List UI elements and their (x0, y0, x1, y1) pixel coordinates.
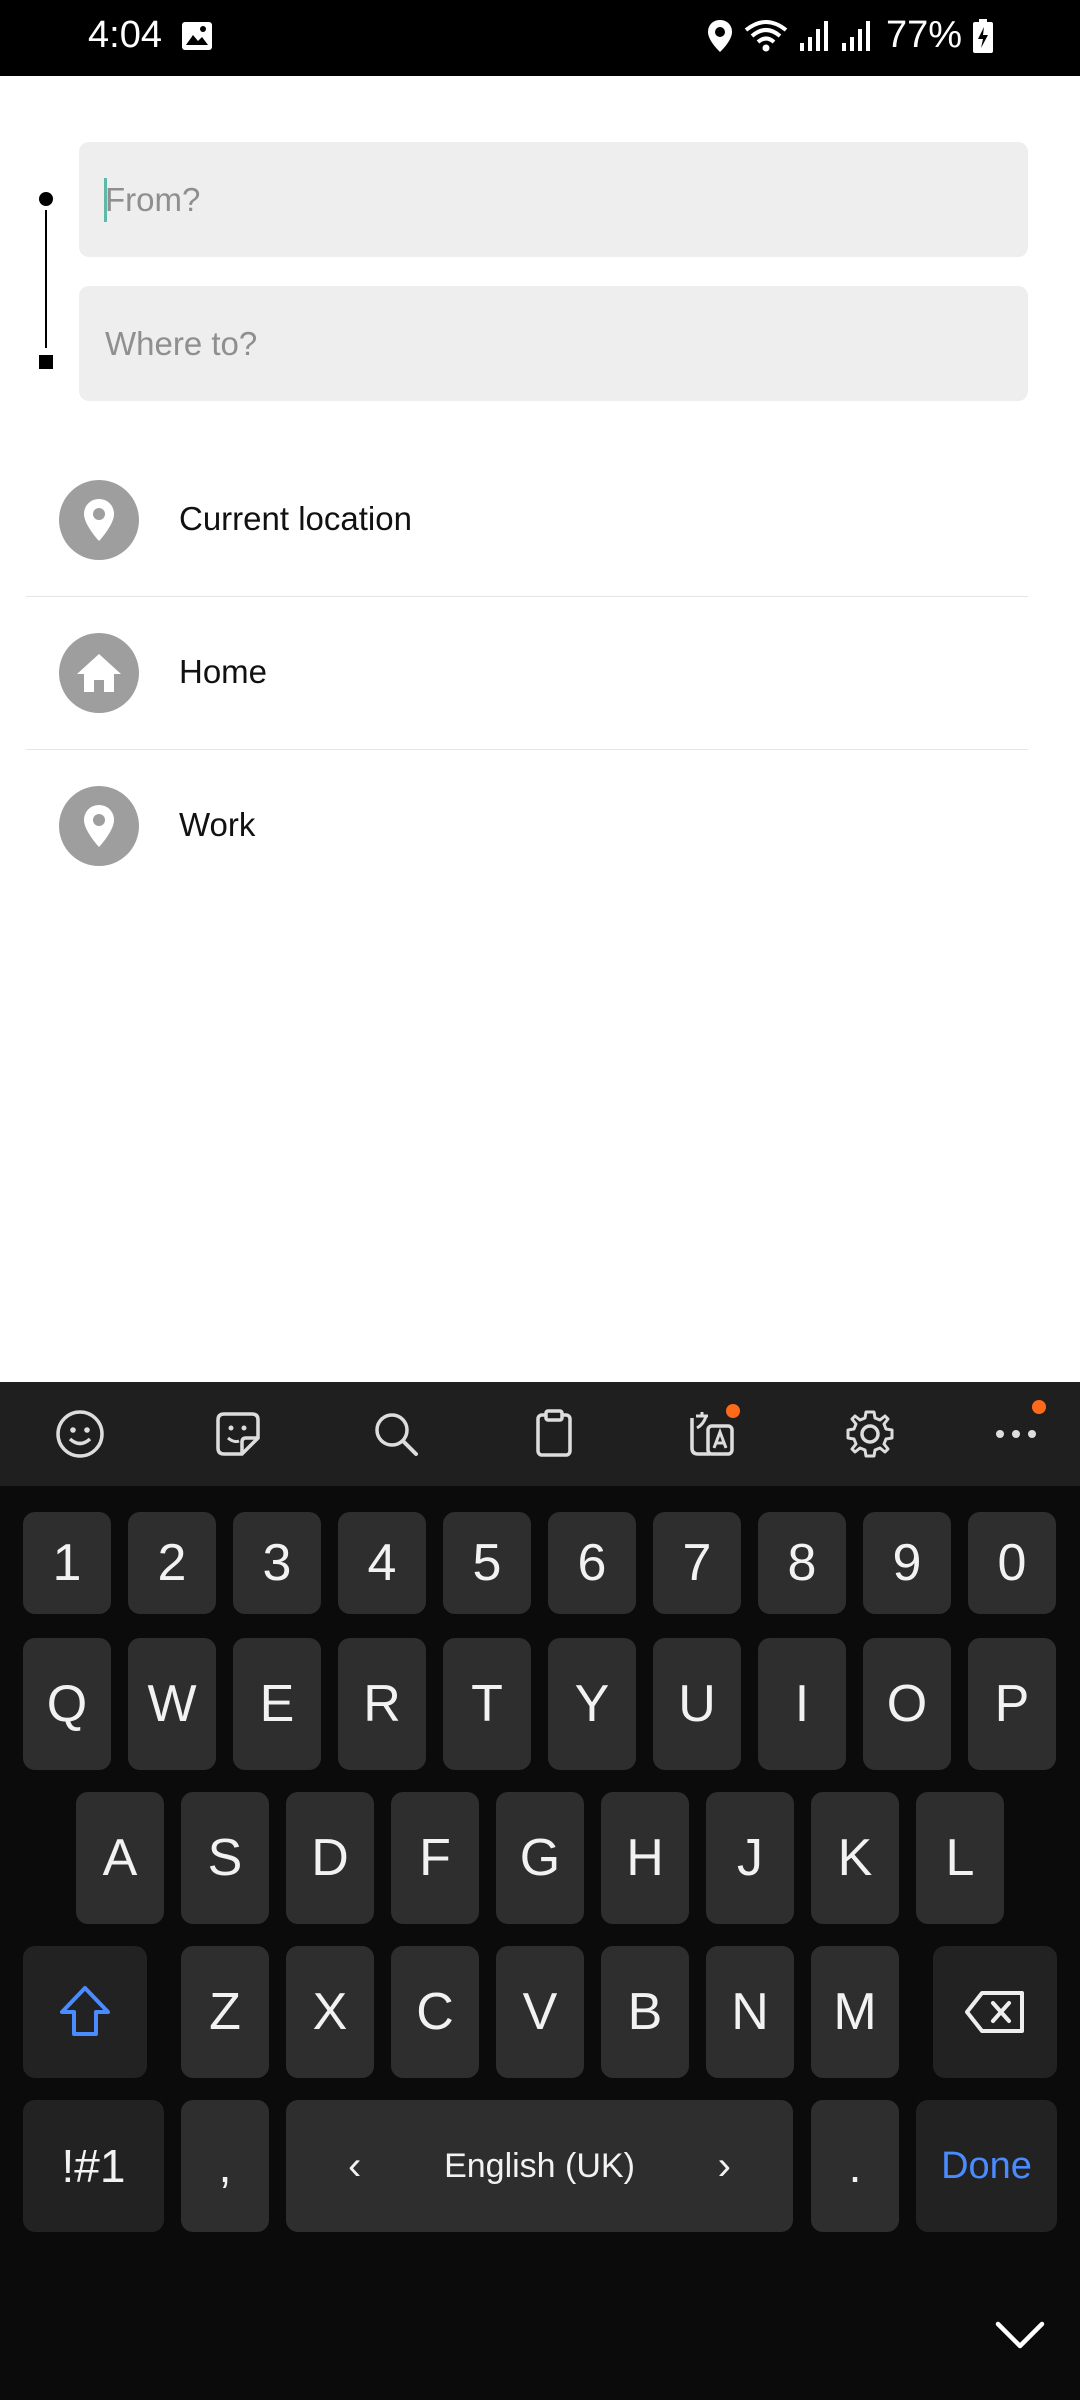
done-key[interactable]: Done (916, 2100, 1057, 2232)
suggestion-home[interactable]: Home (26, 597, 1028, 750)
key-c[interactable]: C (391, 1946, 479, 2078)
key-9[interactable]: 9 (863, 1512, 951, 1614)
location-status-icon (707, 19, 732, 52)
more-icon[interactable] (986, 1400, 1046, 1464)
key-l[interactable]: L (916, 1792, 1004, 1924)
keyboard-toolbar (0, 1382, 1080, 1486)
emoji-icon[interactable] (50, 1404, 110, 1464)
settings-icon[interactable] (840, 1404, 900, 1464)
search-icon[interactable] (366, 1404, 426, 1464)
battery-percent: 77% (885, 14, 962, 56)
shift-icon (60, 1986, 110, 2036)
key-m[interactable]: M (811, 1946, 899, 2078)
from-input[interactable] (79, 142, 1028, 257)
key-h[interactable]: H (601, 1792, 689, 1924)
status-time: 4:04 (88, 14, 162, 56)
key-s[interactable]: S (181, 1792, 269, 1924)
key-k[interactable]: K (811, 1792, 899, 1924)
symbols-key[interactable]: !#1 (23, 2100, 164, 2232)
sticker-icon[interactable] (208, 1404, 268, 1464)
suggestion-current-location[interactable]: Current location (26, 444, 1028, 597)
suggestion-label: Work (179, 806, 256, 843)
comma-key[interactable]: , (181, 2100, 269, 2232)
suggestion-label: Home (179, 653, 268, 690)
wifi-icon (744, 19, 788, 51)
space-key[interactable]: ‹ English (UK) › (286, 2100, 793, 2232)
space-language-label: English (UK) (444, 2146, 635, 2185)
key-o[interactable]: O (863, 1638, 951, 1770)
key-a[interactable]: A (76, 1792, 164, 1924)
route-connector-icon (39, 192, 53, 369)
from-field[interactable] (79, 142, 1028, 257)
period-key[interactable]: . (811, 2100, 899, 2232)
key-r[interactable]: R (338, 1638, 426, 1770)
key-p[interactable]: P (968, 1638, 1056, 1770)
to-input[interactable] (79, 286, 1028, 401)
key-y[interactable]: Y (548, 1638, 636, 1770)
suggestion-label: Current location (179, 500, 412, 537)
key-d[interactable]: D (286, 1792, 374, 1924)
status-bar: 4:04 77% (0, 0, 1080, 76)
key-q[interactable]: Q (23, 1638, 111, 1770)
key-v[interactable]: V (496, 1946, 584, 2078)
to-field[interactable] (79, 286, 1028, 401)
key-7[interactable]: 7 (653, 1512, 741, 1614)
signal-icon-2 (841, 20, 870, 51)
gallery-notification-icon (182, 22, 212, 50)
on-screen-keyboard: 1 2 3 4 5 6 7 8 9 0 Q W E R T Y U I O P … (0, 1382, 1080, 2400)
key-0[interactable]: 0 (968, 1512, 1056, 1614)
home-icon (59, 633, 139, 713)
notification-dot (1032, 1400, 1046, 1414)
backspace-icon (965, 1991, 1024, 2033)
text-cursor (104, 178, 107, 222)
key-i[interactable]: I (758, 1638, 846, 1770)
key-b[interactable]: B (601, 1946, 689, 2078)
clipboard-icon[interactable] (524, 1404, 584, 1464)
key-z[interactable]: Z (181, 1946, 269, 2078)
language-next-icon: › (717, 2143, 731, 2188)
key-8[interactable]: 8 (758, 1512, 846, 1614)
key-j[interactable]: J (706, 1792, 794, 1924)
backspace-key[interactable] (933, 1946, 1057, 2078)
location-pin-icon (59, 786, 139, 866)
key-u[interactable]: U (653, 1638, 741, 1770)
location-pin-icon (59, 480, 139, 560)
signal-icon-1 (799, 20, 828, 51)
language-prev-icon: ‹ (348, 2143, 362, 2188)
key-4[interactable]: 4 (338, 1512, 426, 1614)
key-5[interactable]: 5 (443, 1512, 531, 1614)
translate-icon[interactable] (682, 1404, 742, 1464)
key-6[interactable]: 6 (548, 1512, 636, 1614)
key-w[interactable]: W (128, 1638, 216, 1770)
key-n[interactable]: N (706, 1946, 794, 2078)
battery-charging-icon (973, 18, 993, 53)
shift-key[interactable] (23, 1946, 147, 2078)
key-1[interactable]: 1 (23, 1512, 111, 1614)
key-x[interactable]: X (286, 1946, 374, 2078)
key-g[interactable]: G (496, 1792, 584, 1924)
notification-dot (726, 1404, 740, 1418)
hide-keyboard-chevron-down-icon[interactable] (990, 2310, 1050, 2360)
key-e[interactable]: E (233, 1638, 321, 1770)
key-3[interactable]: 3 (233, 1512, 321, 1614)
key-t[interactable]: T (443, 1638, 531, 1770)
key-2[interactable]: 2 (128, 1512, 216, 1614)
suggestion-work[interactable]: Work (26, 750, 1028, 903)
key-f[interactable]: F (391, 1792, 479, 1924)
suggestion-list: Current location Home Work (26, 444, 1028, 903)
